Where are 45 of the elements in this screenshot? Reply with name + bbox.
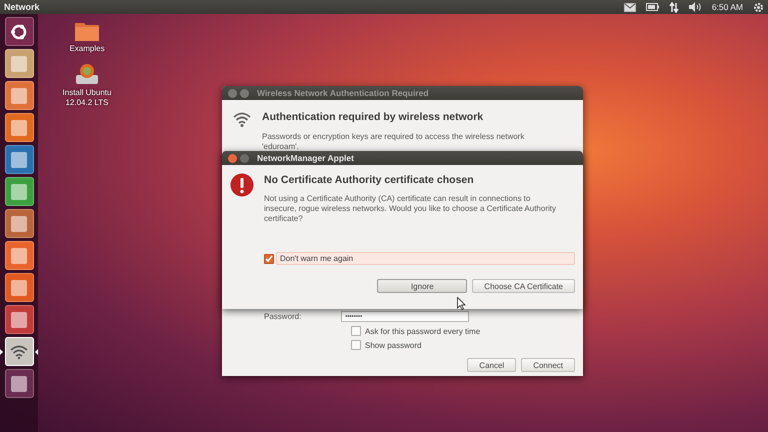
volume-icon[interactable] [688,2,702,12]
desktop-icon-label[interactable]: Install Ubuntu 12.04.2 LTS [62,88,112,108]
password-label: Password: [264,312,302,321]
dialog-message: Passwords or encryption keys are required to access the wireless network 'eduroam'. [262,132,526,152]
dialog-button[interactable]: Cancel [467,358,516,372]
app-launcher-icon[interactable] [4,305,34,334]
checkbox[interactable] [351,326,361,336]
close-button[interactable] [228,154,237,162]
checkbox-label: Show password [365,340,422,350]
dialog-message: Not using a Certificate Authority (CA) certificate can result in connections to insecure, rogue wireless networks. Would you like to choose a Certificate Authority certificate? [264,194,557,224]
clock[interactable]: 6:50 AM [712,2,743,12]
close-button[interactable] [228,88,237,98]
dialog-button[interactable]: Choose CA Certificate [472,279,575,293]
error-icon [230,173,254,197]
app-launcher-icon[interactable] [4,369,34,398]
checkbox[interactable] [264,254,274,264]
checkbox[interactable] [351,340,361,350]
app-launcher-icon[interactable] [4,113,34,142]
app-launcher-icon[interactable] [4,241,34,270]
ubuntu-logo-icon[interactable] [4,17,34,46]
wifi-icon[interactable] [4,337,34,366]
checkbox-label: Ask for this password every time [365,326,480,336]
minimize-button[interactable] [240,88,249,98]
desktop-icon-label[interactable]: Examples [69,44,105,54]
app-launcher-icon[interactable] [4,177,34,206]
mouse-pointer-icon [457,297,466,310]
dialog-heading: No Certificate Authority certificate chosen [264,174,475,186]
gear-icon[interactable] [753,2,764,12]
network-arrows-icon[interactable] [668,2,679,12]
folder-icon[interactable] [74,20,100,42]
dialog-button[interactable]: Ignore [377,279,468,293]
mail-icon[interactable] [624,2,636,12]
dialog-button[interactable]: Connect [521,358,575,372]
app-launcher-icon[interactable] [4,209,34,238]
app-launcher-icon[interactable] [4,145,34,174]
window-title: NetworkManager Applet [257,153,354,163]
app-launcher-icon[interactable] [4,49,34,78]
battery-icon[interactable] [646,3,659,11]
app-title: Network [4,2,40,12]
dialog-heading: Authentication required by wireless network [262,111,484,123]
wifi-icon [232,110,252,128]
window-title: Wireless Network Authentication Required [257,88,429,98]
app-launcher-icon[interactable] [4,273,34,302]
installer-disk-icon[interactable] [74,62,100,86]
app-launcher-icon[interactable] [4,81,34,110]
